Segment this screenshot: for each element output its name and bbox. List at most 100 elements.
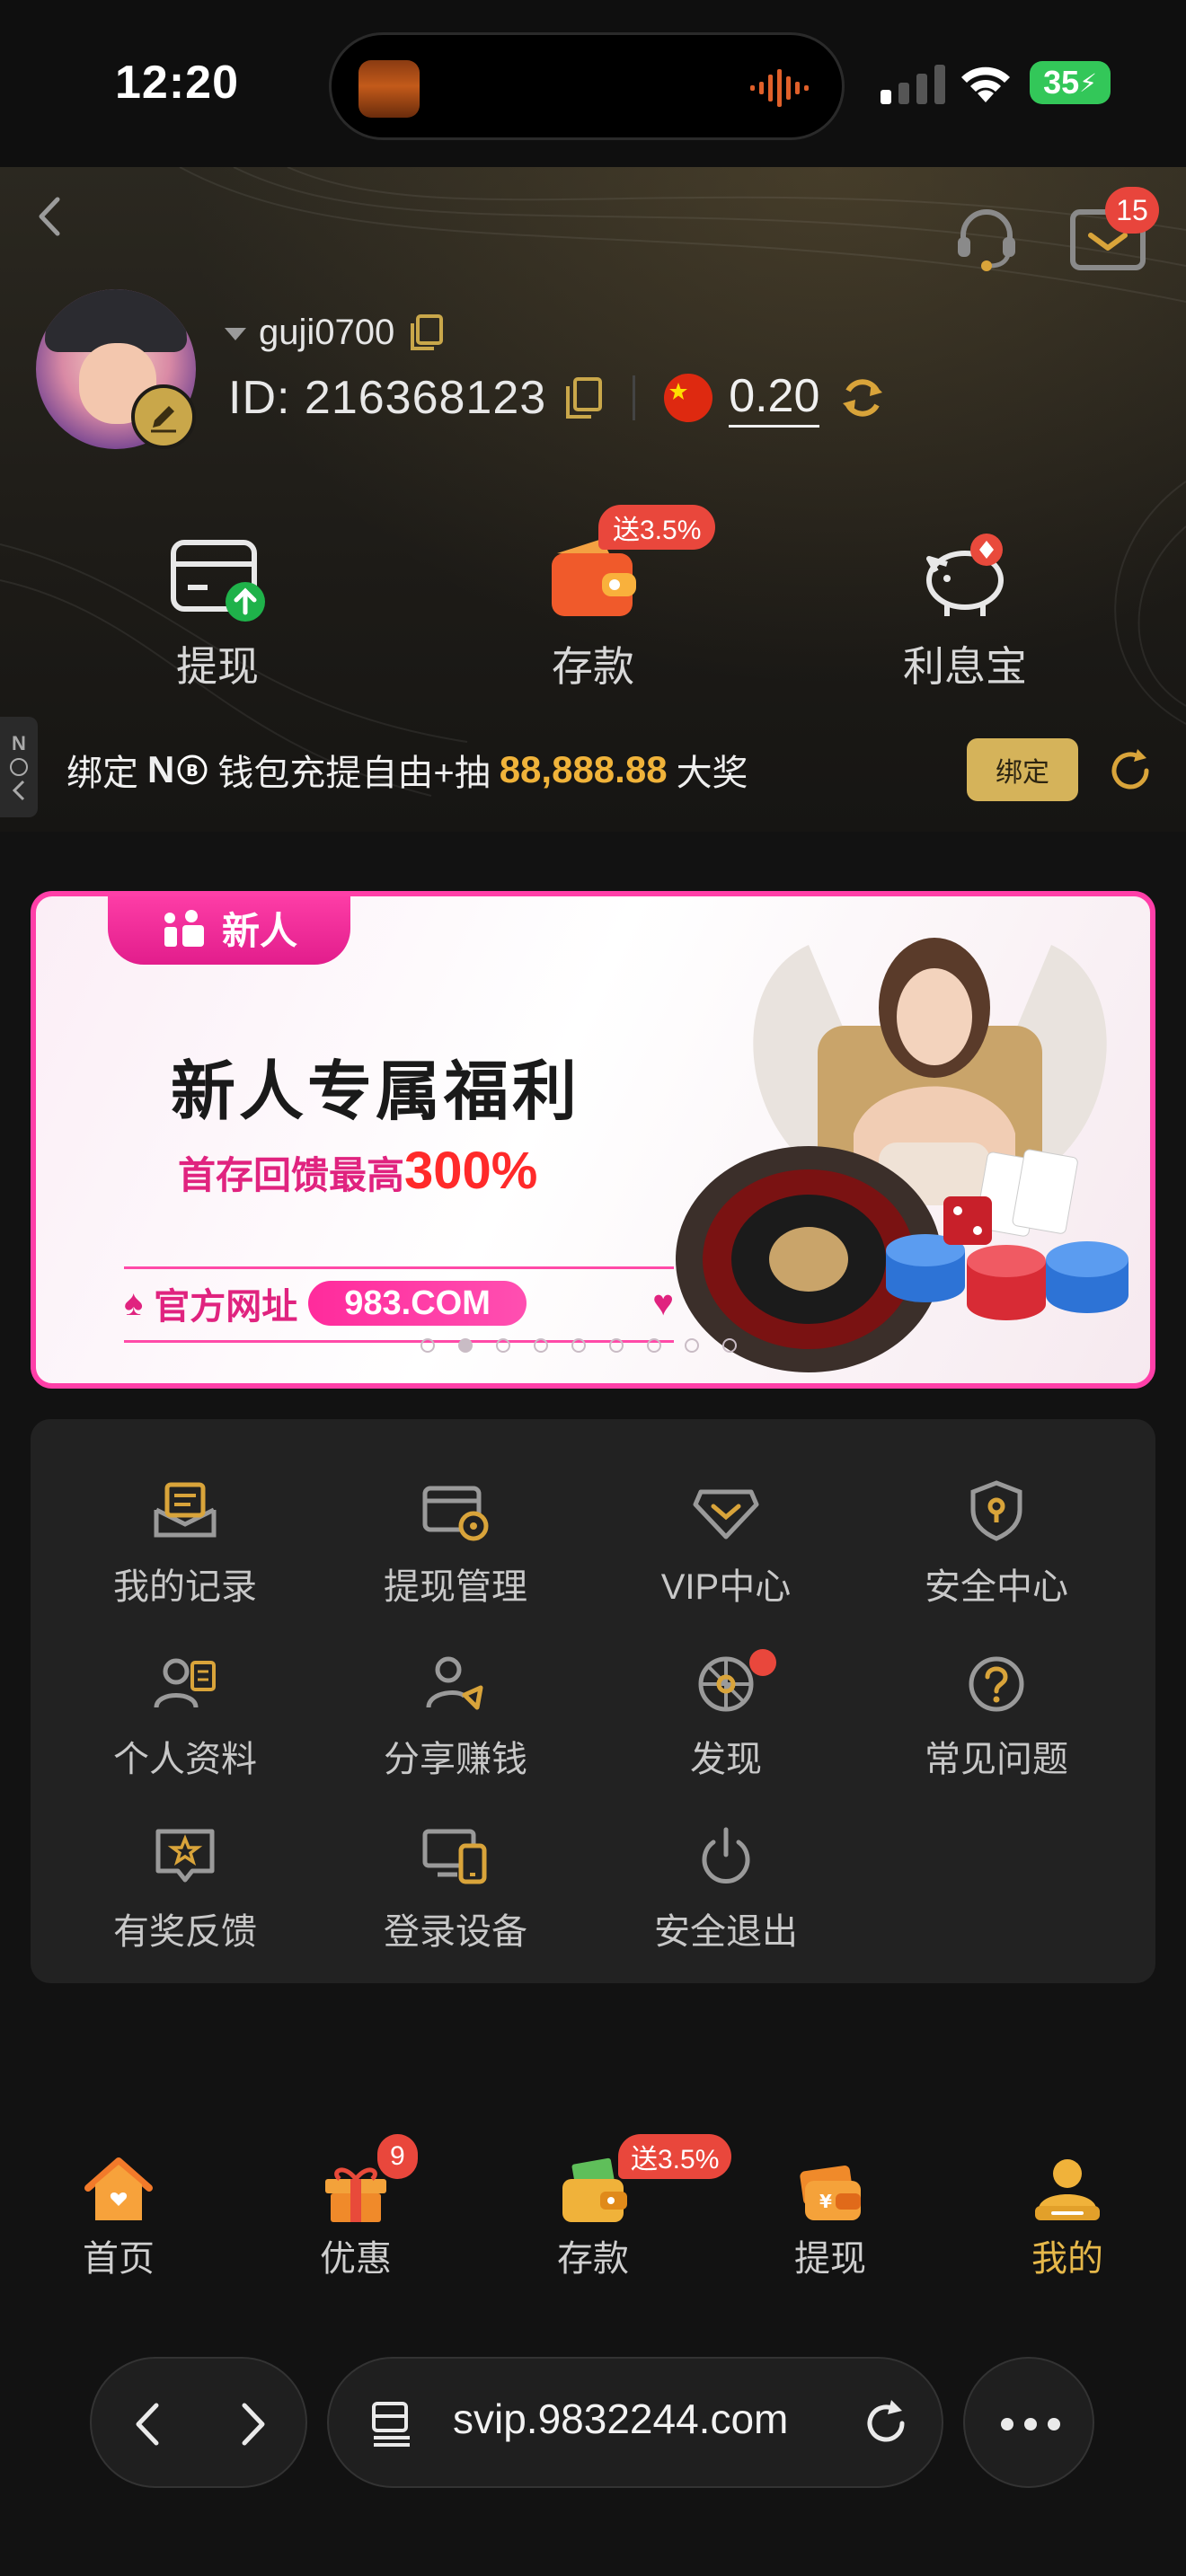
menu-vip[interactable]: VIP中心 <box>591 1469 861 1631</box>
promo-banner[interactable]: 新人 新人专属福利 首存回馈最高300% ♠ 官方网址 983.COM ♥ <box>31 891 1155 1389</box>
user-profile-icon <box>1035 2159 1100 2220</box>
menu-feedback[interactable]: 有奖反馈 <box>50 1814 320 1976</box>
battery-level: 35 <box>1043 64 1080 101</box>
bind-promo-text: 绑定 N B 钱包充提自由+抽 88,888.88 大奖 <box>66 744 748 796</box>
tab-home[interactable]: 首页 <box>29 2145 208 2281</box>
profile-icon <box>154 1658 216 1708</box>
back-chevron-icon[interactable] <box>29 194 74 239</box>
forward-icon[interactable] <box>235 2400 271 2448</box>
user-id: ID: 216368123 <box>228 372 547 424</box>
back-icon[interactable] <box>129 2400 165 2448</box>
bind-suffix: 大奖 <box>676 754 748 793</box>
home-icon <box>84 2157 153 2220</box>
promo-count-badge: 9 <box>377 2134 418 2179</box>
menu-my-records[interactable]: 我的记录 <box>50 1469 320 1631</box>
pagination-dot[interactable] <box>496 1338 510 1353</box>
share-icon <box>426 1656 483 1710</box>
pagination-dot[interactable] <box>571 1338 586 1353</box>
svg-text:¥: ¥ <box>819 2191 832 2212</box>
menu-devices[interactable]: 登录设备 <box>321 1814 590 1976</box>
nb-side-letter: N <box>12 732 26 754</box>
pagination-dot[interactable] <box>420 1338 435 1353</box>
tab-withdraw-label: 提现 <box>794 2239 866 2279</box>
gift-sparkle-icon <box>164 910 204 947</box>
menu-label: 发现 <box>690 1740 762 1779</box>
dynamic-island[interactable] <box>329 32 845 140</box>
menu-label: 提现管理 <box>384 1567 527 1607</box>
more-dots-icon <box>1001 2418 1060 2430</box>
withdraw-label: 提现 <box>176 643 259 690</box>
menu-label: 分享赚钱 <box>384 1740 527 1779</box>
china-flag-icon <box>664 374 713 422</box>
audio-waveform-icon <box>750 69 809 107</box>
pagination-dot[interactable] <box>647 1338 661 1353</box>
withdraw-manage-icon <box>422 1486 489 1541</box>
pagination-dot[interactable] <box>722 1338 737 1353</box>
banner-pagination[interactable] <box>420 1338 737 1353</box>
pagination-dot[interactable] <box>609 1338 624 1353</box>
new-user-tag: 新人 <box>108 896 350 965</box>
menu-logout[interactable]: 安全退出 <box>591 1814 861 1976</box>
edit-pencil-icon[interactable] <box>131 384 196 449</box>
menu-security[interactable]: 安全中心 <box>862 1469 1131 1631</box>
nb-brand: N <box>147 748 175 790</box>
copy-id-icon[interactable] <box>562 375 604 420</box>
menu-label: 有奖反馈 <box>113 1912 257 1952</box>
deposit-bonus-badge: 送3.5% <box>598 505 716 550</box>
menu-faq[interactable]: 常见问题 <box>862 1642 1131 1804</box>
nav-buttons <box>90 2357 307 2488</box>
address-bar[interactable]: svip.9832244.com <box>327 2357 943 2488</box>
banner-url-row: ♠ 官方网址 983.COM ♥ <box>124 1274 674 1333</box>
caret-down-icon[interactable] <box>225 328 246 340</box>
menu-label: 安全退出 <box>654 1912 798 1952</box>
account-menu: 我的记录 提现管理 VIP中心 安全中心 个人资料 分享赚钱 发现 常见问题 有… <box>31 1419 1155 1983</box>
spade-icon: ♠ <box>124 1283 144 1323</box>
bind-middle: 钱包充提自由+抽 <box>217 754 491 793</box>
banner-url-pill: 983.COM <box>308 1281 527 1326</box>
interest-quick-button[interactable]: 利息宝 <box>857 526 1073 693</box>
menu-profile[interactable]: 个人资料 <box>50 1642 320 1804</box>
tab-withdraw[interactable]: ¥ 提现 <box>740 2145 920 2281</box>
pagination-dot[interactable] <box>534 1338 548 1353</box>
banner-subtitle-prefix: 首存回馈最高 <box>178 1154 405 1196</box>
reload-icon[interactable] <box>859 2396 913 2450</box>
wallet-balance[interactable]: 0.20 <box>729 369 820 428</box>
nb-side-tab[interactable]: N <box>0 717 38 817</box>
tab-mine[interactable]: 我的 <box>978 2145 1157 2281</box>
banner-subtitle: 首存回馈最高300% <box>178 1141 537 1201</box>
more-menu-button[interactable] <box>963 2357 1094 2488</box>
tab-promo[interactable]: 优惠 <box>266 2145 446 2281</box>
menu-withdraw-manage[interactable]: 提现管理 <box>321 1469 590 1631</box>
withdraw-wallet-icon: ¥ <box>800 2166 861 2220</box>
divider <box>633 375 636 420</box>
chevron-left-icon <box>12 780 25 801</box>
menu-share-earn[interactable]: 分享赚钱 <box>321 1642 590 1804</box>
pagination-dot[interactable] <box>685 1338 699 1353</box>
page-settings-icon[interactable] <box>368 2398 419 2448</box>
mail-count-badge: 15 <box>1105 187 1159 234</box>
banner-url-label: 官方网址 <box>154 1287 298 1327</box>
bind-button[interactable]: 绑定 <box>967 738 1078 801</box>
question-icon <box>969 1656 1024 1712</box>
id-balance-row: ID: 216368123 0.20 <box>228 366 890 429</box>
copy-icon[interactable] <box>407 313 445 352</box>
album-art-icon <box>358 60 420 118</box>
vip-icon <box>693 1489 759 1539</box>
interest-label: 利息宝 <box>903 643 1027 690</box>
jackpot-amount: 88,888.88 <box>499 748 668 790</box>
tab-mine-label: 我的 <box>1031 2239 1103 2279</box>
casino-illustration <box>676 938 1128 1372</box>
refresh-icon[interactable] <box>1105 745 1155 796</box>
refresh-balance-icon[interactable] <box>836 371 890 425</box>
username-row[interactable]: guji0700 <box>225 309 445 356</box>
pagination-dot-active[interactable] <box>458 1338 473 1353</box>
headset-support-icon[interactable] <box>951 203 1022 275</box>
bitcoin-small-icon <box>10 758 28 776</box>
menu-label: 安全中心 <box>925 1567 1068 1607</box>
menu-discover[interactable]: 发现 <box>591 1642 861 1804</box>
withdraw-quick-button[interactable]: 提现 <box>110 526 325 693</box>
deposit-quick-button[interactable]: 存款 <box>485 526 701 693</box>
shield-icon <box>970 1480 1022 1541</box>
menu-label: 登录设备 <box>384 1912 527 1952</box>
svg-text:B: B <box>186 762 199 781</box>
